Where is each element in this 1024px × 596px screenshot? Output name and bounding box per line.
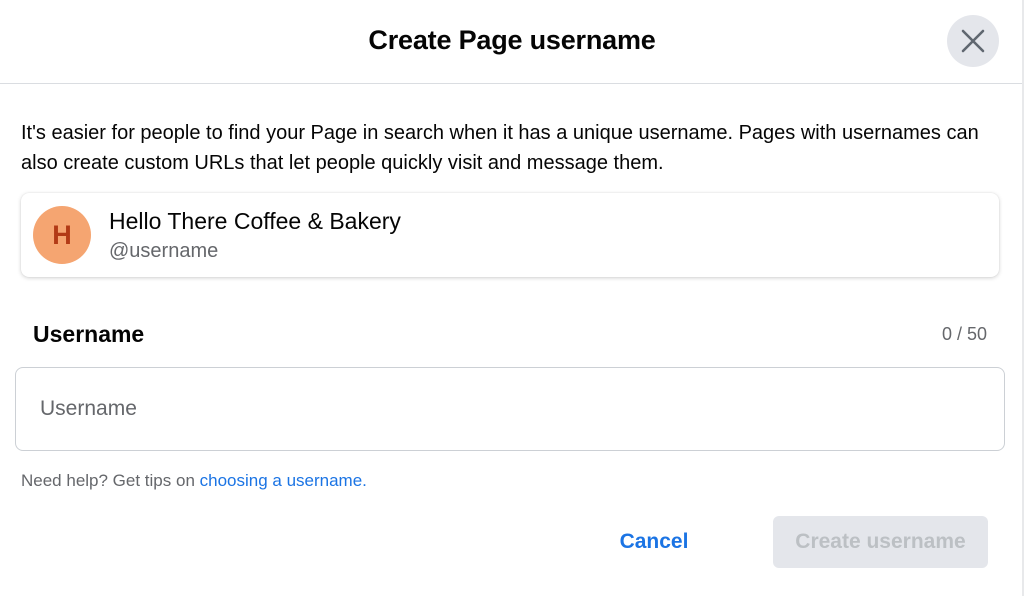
cancel-button[interactable]: Cancel bbox=[596, 516, 712, 568]
dialog-description: It's easier for people to find your Page… bbox=[21, 122, 979, 174]
choosing-username-link[interactable]: choosing a username. bbox=[200, 471, 367, 490]
page-handle: @username bbox=[109, 240, 219, 262]
page-name: Hello There Coffee & Bakery bbox=[109, 208, 401, 234]
help-text: Need help? Get tips on choosing a userna… bbox=[21, 471, 367, 491]
page-preview-card: H Hello There Coffee & Bakery @username bbox=[21, 193, 999, 277]
username-label: Username bbox=[33, 321, 145, 347]
create-username-dialog: Create Page username It's easier for peo… bbox=[0, 0, 1024, 596]
dialog-title: Create Page username bbox=[368, 25, 656, 55]
create-username-button[interactable]: Create username bbox=[773, 516, 988, 568]
avatar: H bbox=[33, 206, 91, 264]
username-input[interactable] bbox=[16, 368, 1004, 450]
close-button[interactable] bbox=[947, 15, 999, 67]
dialog-header: Create Page username bbox=[0, 0, 1024, 84]
username-field bbox=[15, 367, 1005, 451]
character-counter: 0 / 50 bbox=[941, 324, 987, 344]
close-icon bbox=[961, 29, 985, 53]
help-prefix: Need help? Get tips on bbox=[21, 471, 200, 490]
